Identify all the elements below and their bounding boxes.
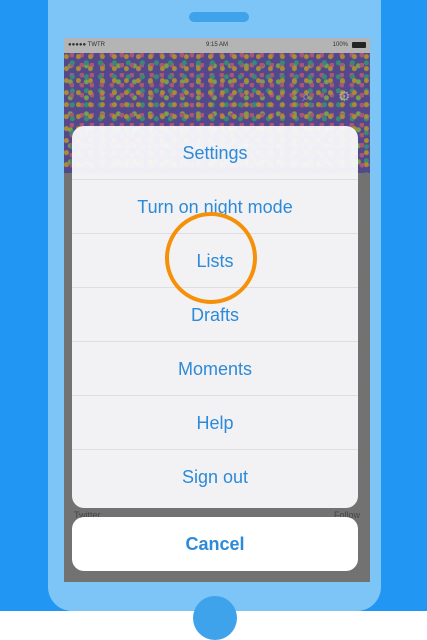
sheet-item-help[interactable]: Help	[72, 396, 358, 450]
highlight-circle	[165, 212, 257, 304]
home-button[interactable]	[193, 596, 237, 640]
action-sheet: Settings Turn on night mode Lists Drafts…	[72, 126, 358, 508]
sheet-item-settings[interactable]: Settings	[72, 126, 358, 180]
device-frame: ●●●●● TWTR 9:15 AM 100% ⌕ ⚙ Twitter Foll…	[0, 0, 427, 640]
sheet-item-moments[interactable]: Moments	[72, 342, 358, 396]
cancel-button[interactable]: Cancel	[72, 517, 358, 571]
speaker-slot	[189, 12, 249, 22]
sheet-item-sign-out[interactable]: Sign out	[72, 450, 358, 504]
